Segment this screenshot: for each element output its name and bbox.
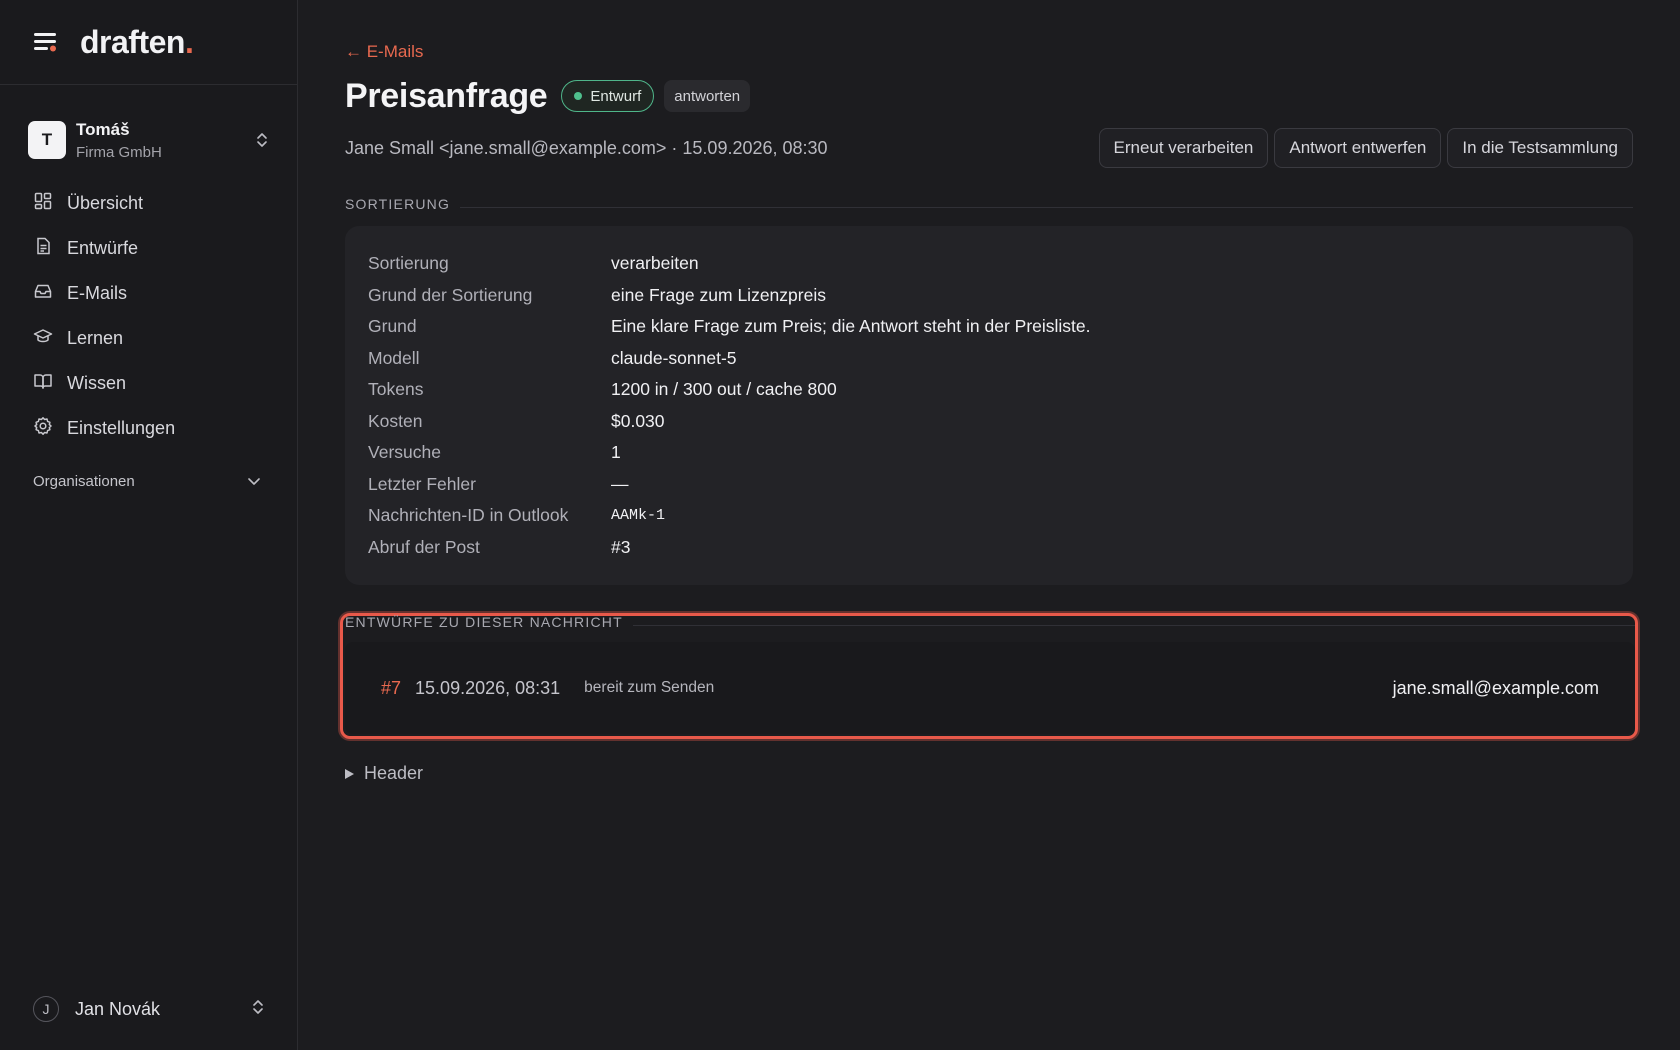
meta-row: Jane Small <jane.small@example.com> · 15… [345,128,1633,168]
reprocess-button[interactable]: Erneut verarbeiten [1098,128,1269,168]
sorting-section-heading: SORTIERUNG [345,196,1633,212]
status-badge: Entwurf [561,80,655,112]
chevron-down-icon [247,473,261,490]
user-menu[interactable]: J Jan Novák [33,994,265,1024]
drafts-section: ENTWÜRFE ZU DIESER NACHRICHT #7 15.09.20… [340,613,1638,739]
nav-item-knowledge[interactable]: Wissen [0,361,297,406]
kv-value: Eine klare Frage zum Preis; die Antwort … [611,316,1091,337]
org-company: Firma GmbH [76,143,162,161]
header-toggle-label: Header [364,763,424,783]
kv-row: Letzter Fehler — [368,469,1610,501]
chevron-updown-icon [251,997,265,1022]
kv-row: Grund Eine klare Frage zum Preis; die Ant… [368,311,1610,343]
kv-label: Sortierung [368,253,449,274]
kv-row: Grund der Sortierung eine Frage zum Lizen… [368,280,1610,312]
nav-item-drafts[interactable]: Entwürfe [0,226,297,271]
nav-label: E-Mails [67,283,128,303]
nav-item-emails[interactable]: E-Mails [0,271,297,316]
page-title: Preisanfrage [345,76,548,115]
kv-row: Kosten $0.030 [368,406,1610,438]
brand-bar: draften. [0,0,297,85]
drafts-heading-label: ENTWÜRFE ZU DIESER NACHRICHT [345,614,623,630]
kv-label: Modell [368,347,420,368]
gear-icon [33,416,53,441]
nav-label: Entwürfe [67,238,139,258]
status-dot-icon [574,92,583,100]
org-name: Tomáš [76,119,130,139]
sorting-card: Sortierung verarbeiten Grund der Sortieru… [345,226,1633,585]
kv-value: 1 [611,442,621,463]
organizations-label: Organisationen [33,472,135,490]
main-nav: Übersicht Entwürfe E-Mails Lernen Wissen… [0,181,297,451]
add-to-test-collection-button[interactable]: In die Testsammlung [1447,128,1633,168]
kv-value: verarbeiten [611,253,699,274]
header-details-toggle[interactable]: Header [345,763,1633,784]
type-badge: antworten [664,80,751,112]
draft-number-link[interactable]: #7 [381,678,401,699]
drafts-section-heading: ENTWÜRFE ZU DIESER NACHRICHT [345,614,1635,630]
menu-icon[interactable] [32,30,60,54]
kv-row: Versuche 1 [368,437,1610,469]
kv-label: Grund [368,316,417,337]
title-row: Preisanfrage Entwurf antworten [345,76,1633,116]
graduation-cap-icon [33,326,53,351]
sorting-heading-label: SORTIERUNG [345,196,451,212]
kv-label: Versuche [368,442,441,463]
org-switcher[interactable]: T Tomáš Firma GmbH [0,117,297,163]
user-name: Jan Novák [75,998,161,1019]
kv-row: Nachrichten-ID in Outlook AAMk-1 [368,500,1610,532]
inbox-icon [33,281,53,306]
kv-row: Modell claude-sonnet-5 [368,343,1610,375]
kv-label: Grund der Sortierung [368,284,533,305]
main-content: ← E-Mails Preisanfrage Entwurf antworten… [340,0,1638,784]
kv-row: Sortierung verarbeiten [368,248,1610,280]
kv-value: $0.030 [611,410,665,431]
nav-item-learn[interactable]: Lernen [0,316,297,361]
kv-value: claude-sonnet-5 [611,347,737,368]
organizations-toggle[interactable]: Organisationen [0,469,297,493]
document-icon [33,236,53,261]
nav-label: Übersicht [67,193,144,213]
app-logo[interactable]: draften. [80,24,194,61]
draft-date: 15.09.2026, 08:31 [415,677,561,698]
divider [460,206,1633,208]
status-badge-label: Entwurf [590,87,642,105]
draft-reply-button[interactable]: Antwort entwerfen [1274,128,1442,168]
kv-label: Tokens [368,379,424,400]
kv-row: Abruf der Post #3 [368,532,1610,564]
kv-label: Kosten [368,410,423,431]
nav-item-settings[interactable]: Einstellungen [0,406,297,451]
kv-value: 1200 in / 300 out / cache 800 [611,379,837,400]
chevron-updown-icon [255,130,269,150]
grid-icon [33,191,53,216]
avatar: J [33,996,59,1022]
action-buttons: Erneut verarbeiten Antwort entwerfen In … [1098,128,1633,168]
kv-label: Nachrichten-ID in Outlook [368,505,569,526]
divider [632,624,1635,626]
sender-meta: Jane Small <jane.small@example.com> · 15… [345,137,828,158]
kv-label: Letzter Fehler [368,473,476,494]
kv-row: Tokens 1200 in / 300 out / cache 800 [368,374,1610,406]
sidebar: draften. T Tomáš Firma GmbH Übersicht En… [0,0,298,1050]
book-icon [33,371,53,396]
draft-status: bereit zum Senden [584,679,715,696]
nav-item-overview[interactable]: Übersicht [0,181,297,226]
nav-label: Einstellungen [67,418,176,438]
draft-list-item[interactable]: #7 15.09.2026, 08:31 bereit zum Senden j… [345,642,1635,734]
org-avatar: T [28,121,66,159]
back-to-emails-link[interactable]: ← E-Mails [345,42,423,62]
kv-value: #3 [611,536,631,557]
caret-right-icon [345,768,354,779]
nav-label: Wissen [67,373,127,393]
kv-value: — [611,473,629,494]
kv-value: eine Frage zum Lizenzpreis [611,284,826,305]
kv-label: Abruf der Post [368,536,480,557]
nav-label: Lernen [67,328,124,348]
draft-recipient: jane.small@example.com [1392,677,1599,698]
kv-value: AAMk-1 [611,507,666,525]
